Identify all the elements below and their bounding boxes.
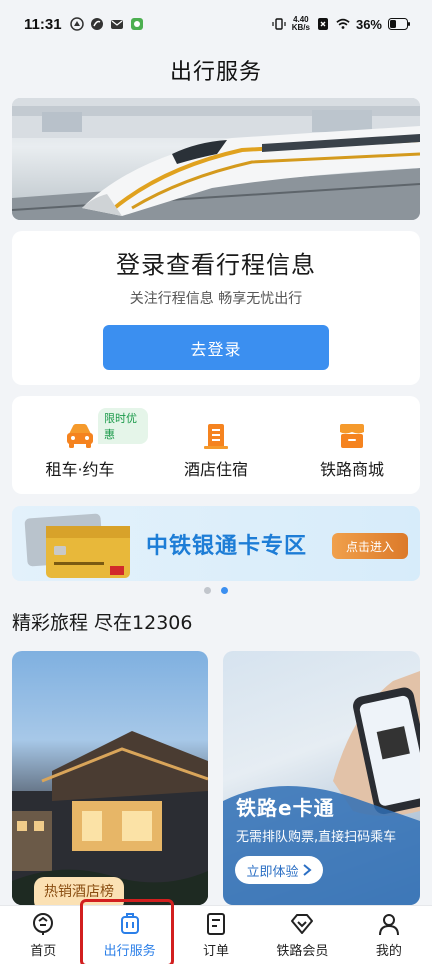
ad-enter-button[interactable]: 点击进入 (332, 533, 408, 559)
chevron-right-icon (302, 864, 312, 876)
tab-label: 出行服务 (103, 944, 156, 959)
page-title: 出行服务 (169, 60, 262, 85)
profile-icon (378, 914, 399, 936)
ecard-try-button[interactable]: 立即体验 (235, 856, 323, 884)
train-image (12, 98, 420, 220)
hotel-ranking-card[interactable]: 热销酒店榜 (12, 651, 208, 905)
service-car-rental[interactable]: 限时优惠 租车·约车 (12, 396, 148, 494)
bank-card-banner[interactable]: 中铁银通卡专区 点击进入 (12, 506, 420, 581)
carousel-dot[interactable] (204, 587, 211, 594)
travel-service-icon (120, 913, 139, 934)
service-mall[interactable]: 铁路商城 (284, 396, 420, 494)
section-title: 精彩旅程 尽在12306 (12, 612, 193, 634)
car-icon (67, 424, 93, 448)
service-label: 酒店住宿 (183, 460, 248, 479)
carousel-indicator (0, 587, 432, 594)
bottom-tab-bar: 首页 出行服务 订单 铁路会员 我的 (0, 905, 432, 964)
tab-profile[interactable]: 我的 (346, 906, 432, 964)
net-speed: 4.40 KB/s (291, 15, 310, 32)
railway-app-icon (130, 18, 143, 30)
login-card: 登录查看行程信息 关注行程信息 畅享无忧出行 去登录 (12, 231, 420, 385)
status-bar: 11:31 4.40 KB/s 36% (0, 0, 432, 48)
login-button[interactable]: 去登录 (103, 325, 329, 370)
service-label: 铁路商城 (319, 460, 384, 479)
vibrate-icon (272, 18, 286, 30)
ad-banner-title: 中铁银通卡专区 (146, 534, 308, 559)
hotel-ranking-tag: 热销酒店榜 (34, 877, 124, 905)
notification-leaf-icon (90, 18, 103, 30)
home-icon (33, 913, 54, 935)
carousel-dot-active[interactable] (221, 587, 228, 594)
train-banner[interactable] (12, 98, 420, 220)
tab-label: 铁路会员 (276, 944, 329, 959)
ecard-title: 铁路e卡通 (236, 796, 335, 820)
battery-percent: 36% (355, 16, 382, 32)
hotel-icon (204, 424, 228, 449)
notification-app-icon (69, 17, 84, 31)
services-card: 限时优惠 租车·约车 酒店住宿 铁路商城 (12, 396, 420, 494)
mall-icon (340, 424, 364, 448)
status-time: 11:31 (24, 15, 62, 33)
tab-member[interactable]: 铁路会员 (259, 906, 345, 964)
login-card-title: 登录查看行程信息 (116, 251, 316, 279)
ecard-card[interactable]: 铁路e卡通 无需排队购票,直接扫码乘车 立即体验 (223, 651, 420, 905)
tab-home[interactable]: 首页 (0, 906, 86, 964)
hotel-image (12, 731, 208, 905)
ecard-subtitle: 无需排队购票,直接扫码乘车 (236, 830, 397, 845)
service-label: 租车·约车 (45, 460, 115, 479)
wifi-icon (336, 18, 350, 29)
sim-off-icon (317, 18, 328, 30)
bank-card-image (24, 513, 130, 578)
tab-label: 我的 (375, 944, 402, 959)
ecard-try-label: 立即体验 (246, 864, 299, 880)
tab-orders[interactable]: 订单 (173, 906, 259, 964)
mail-icon (110, 20, 123, 29)
battery-icon (388, 18, 410, 30)
tab-label: 订单 (203, 944, 230, 959)
order-icon (207, 913, 226, 935)
promo-badge: 限时优惠 (98, 408, 148, 444)
tab-travel-service[interactable]: 出行服务 (86, 906, 172, 964)
service-hotel[interactable]: 酒店住宿 (148, 396, 284, 494)
member-icon (291, 914, 314, 934)
tab-label: 首页 (30, 944, 57, 959)
login-card-subtitle: 关注行程信息 畅享无忧出行 (129, 291, 303, 307)
